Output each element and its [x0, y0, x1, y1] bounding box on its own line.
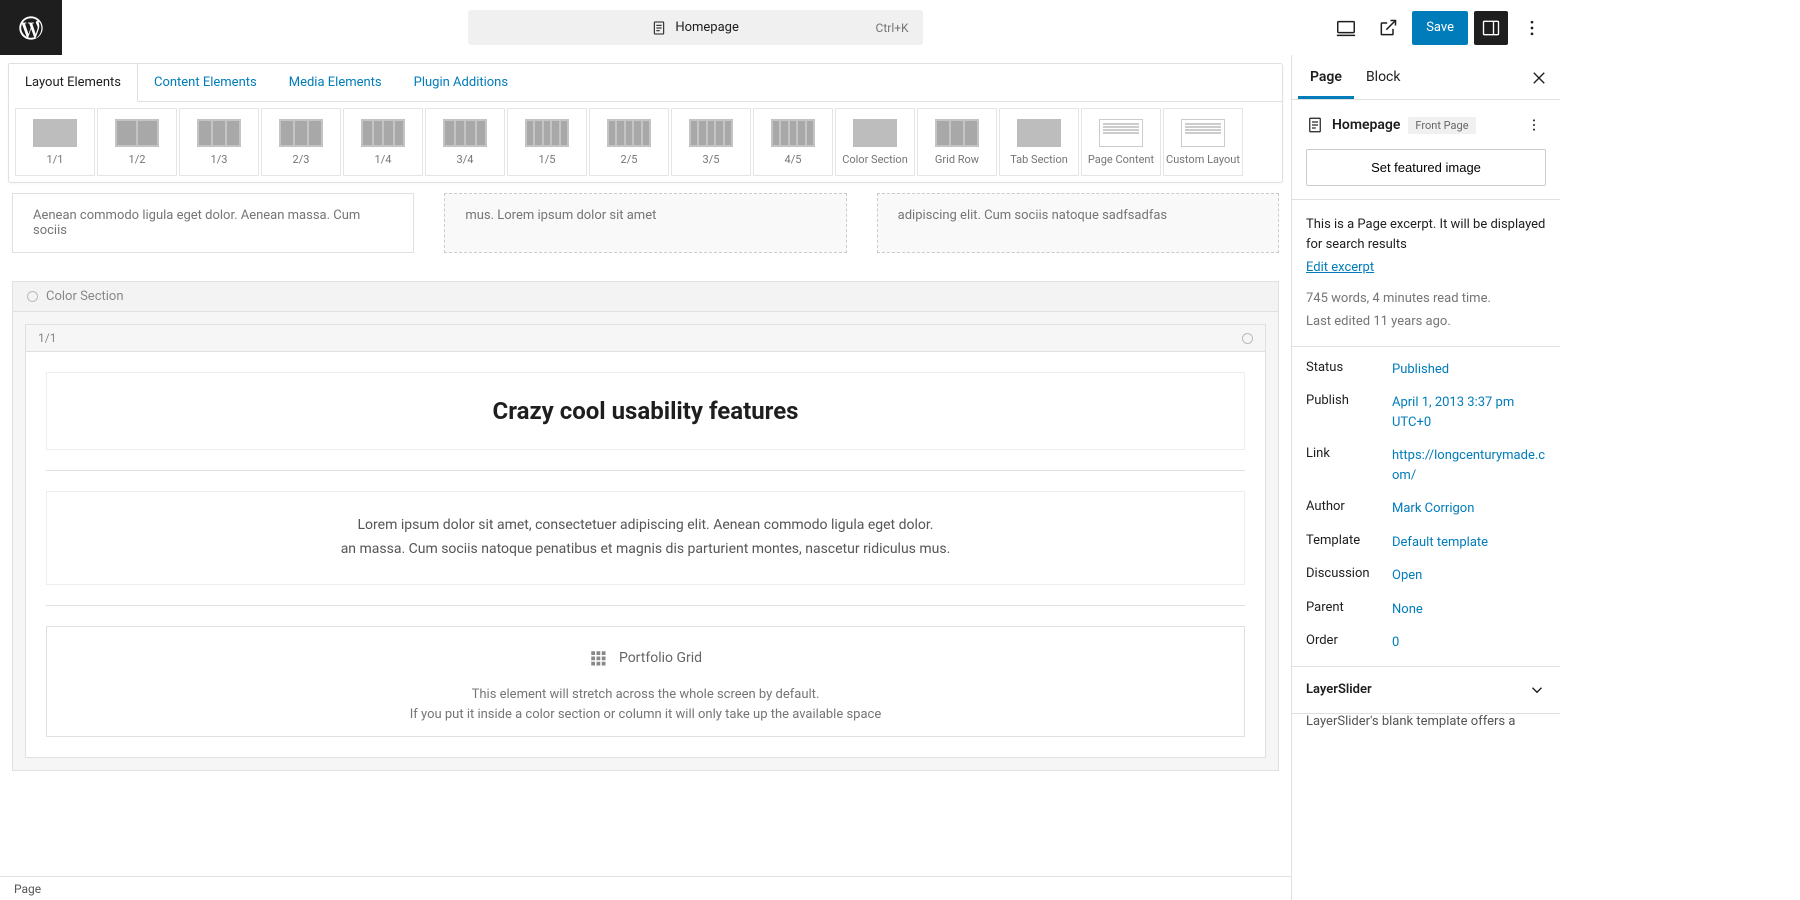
separator — [46, 605, 1245, 606]
shortcut-hint: Ctrl+K — [876, 21, 909, 35]
portfolio-grid-title: Portfolio Grid — [619, 650, 702, 666]
layout-element-1-2[interactable]: 1/2 — [97, 108, 177, 176]
last-edited-stat: Last edited 11 years ago. — [1306, 312, 1546, 333]
external-link-icon — [1378, 18, 1398, 38]
layout-element-color-section[interactable]: Color Section — [835, 108, 915, 176]
set-featured-image-button[interactable]: Set featured image — [1306, 149, 1546, 186]
word-count-stat: 745 words, 4 minutes read time. — [1306, 289, 1546, 310]
column-1-1[interactable]: 1/1 Crazy cool usability features Lorem … — [25, 324, 1266, 758]
tab-page[interactable]: Page — [1298, 55, 1354, 99]
top-bar: Homepage Ctrl+K Save — [0, 0, 1560, 55]
elements-panel: Layout Elements Content Elements Media E… — [8, 63, 1283, 183]
panel-right-icon — [1481, 18, 1501, 38]
close-sidebar-button[interactable] — [1526, 65, 1552, 91]
close-icon — [1530, 69, 1548, 87]
sidebar-page-title: Homepage — [1332, 117, 1400, 133]
builder-cell[interactable]: Aenean commodo ligula eget dolor. Aenean… — [12, 193, 414, 253]
tab-plugin-additions[interactable]: Plugin Additions — [398, 64, 524, 101]
meta-link[interactable]: https://longcenturymade.com/ — [1392, 446, 1546, 485]
breadcrumb[interactable]: Page — [14, 882, 41, 896]
page-icon — [1306, 116, 1324, 134]
meta-author[interactable]: Mark Corrigon — [1392, 499, 1546, 519]
layout-element-grid-row[interactable]: Grid Row — [917, 108, 997, 176]
column-header: 1/1 — [26, 325, 1265, 352]
layout-element-1-1[interactable]: 1/1 — [15, 108, 95, 176]
separator — [46, 470, 1245, 471]
document-name: Homepage — [675, 20, 739, 35]
desktop-icon — [1335, 17, 1357, 39]
front-page-badge: Front Page — [1408, 117, 1475, 134]
color-section-header[interactable]: Color Section — [13, 282, 1278, 312]
meta-order[interactable]: 0 — [1392, 633, 1546, 653]
layout-element-1-3[interactable]: 1/3 — [179, 108, 259, 176]
settings-sidebar: Page Block Homepage Front Page Set featu… — [1291, 55, 1560, 900]
editor-footer: Page — [0, 876, 1291, 900]
dots-vertical-icon — [1522, 18, 1542, 38]
builder-cell[interactable]: mus. Lorem ipsum dolor sit amet — [444, 193, 846, 253]
meta-parent[interactable]: None — [1392, 600, 1546, 620]
more-options-button[interactable] — [1514, 10, 1550, 46]
meta-status[interactable]: Published — [1392, 360, 1546, 380]
layout-element-tab-section[interactable]: Tab Section — [999, 108, 1079, 176]
meta-publish[interactable]: April 1, 2013 3:37 pm UTC+0 — [1392, 393, 1546, 432]
layout-element-custom-layout[interactable]: Custom Layout — [1163, 108, 1243, 176]
open-external-button[interactable] — [1370, 10, 1406, 46]
save-button[interactable]: Save — [1412, 11, 1468, 45]
status-dot-icon — [27, 291, 38, 302]
tab-media-elements[interactable]: Media Elements — [273, 64, 398, 101]
view-button[interactable] — [1328, 10, 1364, 46]
page-actions-button[interactable] — [1522, 113, 1546, 137]
layout-element-2-5[interactable]: 2/5 — [589, 108, 669, 176]
layout-element-4-5[interactable]: 4/5 — [753, 108, 833, 176]
chevron-down-icon — [1528, 681, 1546, 699]
special-heading-block[interactable]: Crazy cool usability features — [46, 372, 1245, 450]
builder-cell[interactable]: adipiscing elit. Cum sociis natoque sadf… — [877, 193, 1279, 253]
document-selector[interactable]: Homepage Ctrl+K — [468, 10, 923, 45]
color-section-container[interactable]: Color Section 1/1 Crazy cool usability f… — [12, 281, 1279, 771]
meta-discussion[interactable]: Open — [1392, 566, 1546, 586]
page-icon — [651, 20, 667, 36]
portfolio-grid-block[interactable]: Portfolio Grid This element will stretch… — [46, 626, 1245, 738]
layout-element-1-5[interactable]: 1/5 — [507, 108, 587, 176]
wordpress-icon — [17, 14, 45, 42]
text-block[interactable]: Lorem ipsum dolor sit amet, consectetuer… — [46, 491, 1245, 585]
tab-content-elements[interactable]: Content Elements — [138, 64, 273, 101]
status-dot-icon — [1242, 333, 1253, 344]
grid-icon — [589, 649, 607, 667]
layout-element-page-content[interactable]: Page Content — [1081, 108, 1161, 176]
layout-element-3-5[interactable]: 3/5 — [671, 108, 751, 176]
layerslider-panel-toggle[interactable]: LayerSlider — [1292, 667, 1560, 714]
edit-excerpt-link[interactable]: Edit excerpt — [1306, 260, 1374, 275]
layout-element-2-3[interactable]: 2/3 — [261, 108, 341, 176]
layout-element-1-4[interactable]: 1/4 — [343, 108, 423, 176]
meta-template[interactable]: Default template — [1392, 533, 1546, 553]
sidebar-toggle-button[interactable] — [1474, 11, 1508, 45]
tab-block[interactable]: Block — [1354, 55, 1413, 99]
column-label: 1/1 — [38, 331, 56, 345]
excerpt-text: This is a Page excerpt. It will be displ… — [1306, 215, 1546, 254]
layout-element-3-4[interactable]: 3/4 — [425, 108, 505, 176]
builder-canvas: Aenean commodo ligula eget dolor. Aenean… — [0, 183, 1291, 876]
wp-logo[interactable] — [0, 0, 62, 55]
layerslider-description: LayerSlider's blank template offers a — [1292, 714, 1560, 743]
color-section-label: Color Section — [46, 289, 124, 304]
layout-elements-row: 1/11/21/32/31/43/41/52/53/54/5Color Sect… — [9, 102, 1282, 182]
tab-layout-elements[interactable]: Layout Elements — [8, 63, 138, 102]
dots-vertical-icon — [1526, 117, 1542, 133]
element-category-tabs: Layout Elements Content Elements Media E… — [9, 64, 1282, 102]
